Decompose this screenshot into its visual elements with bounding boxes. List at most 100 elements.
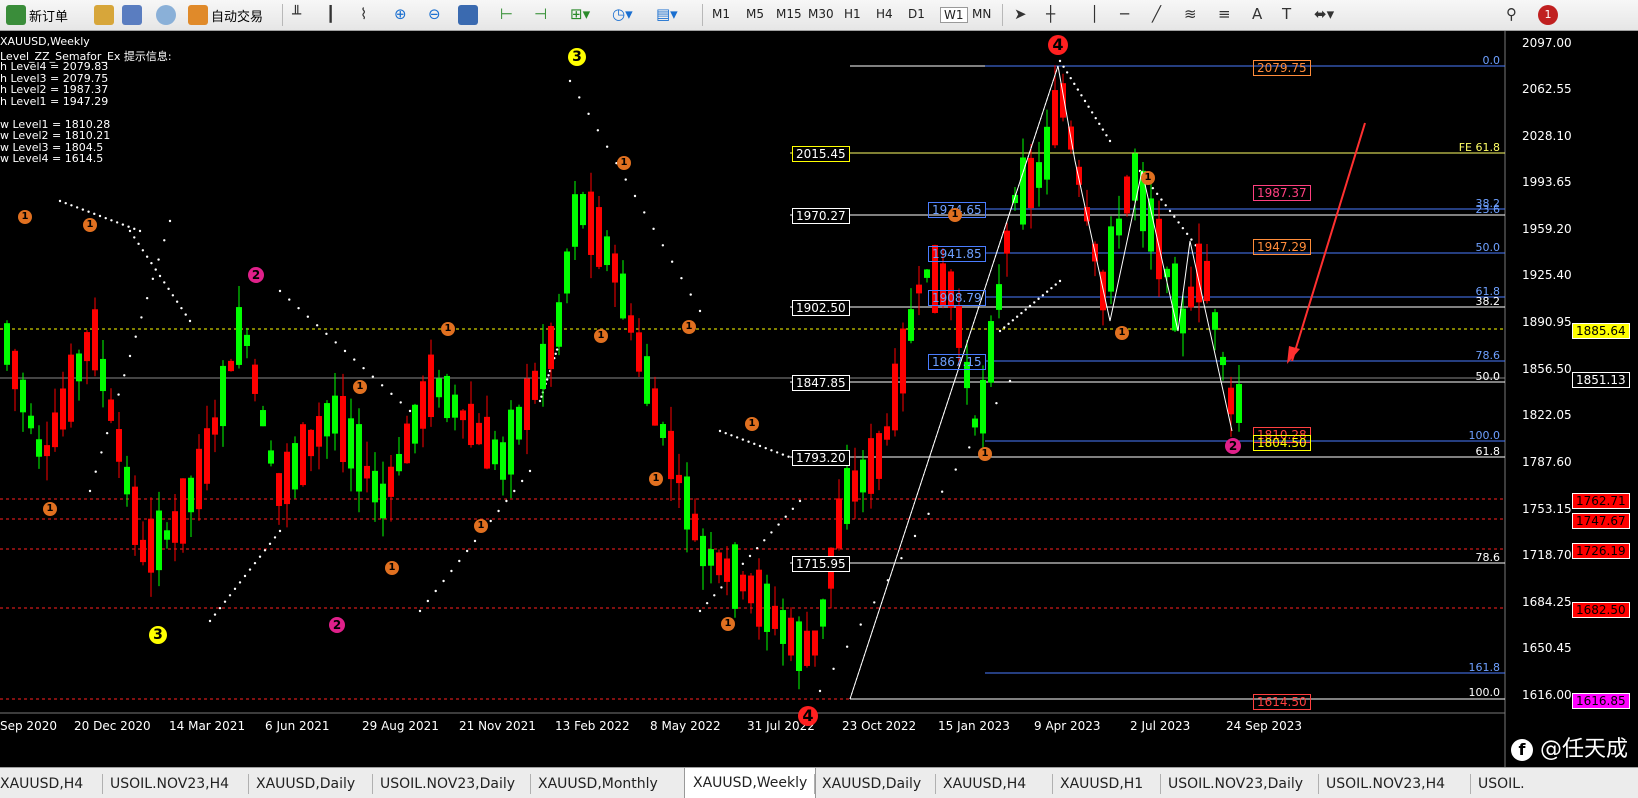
zoom-in-icon[interactable]: ⊕ bbox=[394, 5, 407, 23]
tab-xauusd-daily[interactable]: XAUUSD,Daily bbox=[822, 774, 921, 794]
sar-dot bbox=[184, 313, 187, 316]
tab-xauusd-daily[interactable]: XAUUSD,Daily bbox=[256, 774, 355, 794]
tab-usoil-nov23-h4[interactable]: USOIL.NOV23,H4 bbox=[110, 774, 229, 794]
indicators-icon[interactable]: ⊞▾ bbox=[570, 5, 590, 23]
sar-dot bbox=[1062, 65, 1065, 68]
equidistant-channel-icon[interactable]: ≋ bbox=[1184, 5, 1197, 23]
candlestick-icon[interactable]: ┃ bbox=[326, 5, 335, 23]
templates-icon[interactable]: ▤▾ bbox=[656, 5, 678, 23]
sar-dot bbox=[1076, 88, 1080, 91]
sar-dot bbox=[137, 242, 140, 246]
semafor-marker: 2 bbox=[1225, 438, 1241, 454]
tab-xauusd-weekly[interactable]: XAUUSD,Weekly bbox=[684, 768, 817, 798]
tile-windows-icon[interactable] bbox=[458, 5, 478, 25]
candle-body bbox=[548, 325, 554, 370]
semafor-marker: 2 bbox=[248, 267, 264, 283]
timeframe-m5[interactable]: M5 bbox=[746, 7, 764, 21]
date-axis-label: 9 Apr 2023 bbox=[1034, 719, 1101, 733]
date-axis-label: 15 Jan 2023 bbox=[938, 719, 1010, 733]
semafor-box: 1947.29 bbox=[1253, 239, 1311, 255]
timeframe-h1[interactable]: H1 bbox=[844, 7, 861, 21]
clock-icon[interactable]: ◷▾ bbox=[612, 5, 633, 23]
tab-usoil-nov23-daily[interactable]: USOIL.NOV23,Daily bbox=[380, 774, 515, 794]
timeframe-d1[interactable]: D1 bbox=[908, 7, 925, 21]
candle-body bbox=[300, 424, 306, 486]
chart-shift-icon[interactable]: ⊢ bbox=[500, 5, 513, 23]
sar-dot bbox=[832, 667, 835, 671]
radar-icon[interactable] bbox=[156, 5, 176, 25]
tab-usoil-[interactable]: USOIL. bbox=[1478, 774, 1525, 794]
sar-dot bbox=[680, 276, 683, 280]
chart-tabs: XAUUSD,H4 USOIL.NOV23,H4 XAUUSD,Daily USOIL… bbox=[0, 767, 1638, 798]
autoscroll-icon[interactable]: ⊣ bbox=[534, 5, 547, 23]
semafor-marker: 1 bbox=[353, 380, 367, 394]
tab-xauusd-monthly[interactable]: XAUUSD,Monthly bbox=[538, 774, 658, 794]
people-icon[interactable] bbox=[122, 5, 142, 25]
tab-xauusd-h4[interactable]: XAUUSD,H4 bbox=[943, 774, 1026, 794]
sar-dot bbox=[151, 277, 155, 281]
horizontal-line-icon[interactable]: ─ bbox=[1120, 5, 1129, 23]
tab-xauusd-h4[interactable]: XAUUSD,H4 bbox=[0, 774, 83, 794]
candle-body bbox=[52, 412, 58, 448]
chart-area[interactable]: XAUUSD,Weekly Level_ZZ_Semafor_Ex 提示信息: … bbox=[0, 31, 1638, 767]
timeframe-h4[interactable]: H4 bbox=[876, 7, 893, 21]
tab-usoil-nov23-daily[interactable]: USOIL.NOV23,Daily bbox=[1168, 774, 1303, 794]
bar-chart-icon[interactable]: ╨ bbox=[292, 5, 301, 23]
sar-dot bbox=[775, 451, 779, 454]
semafor-marker: 1 bbox=[1115, 326, 1129, 340]
semafor-marker: 1 bbox=[83, 218, 97, 232]
cursor-icon[interactable]: ➤ bbox=[1014, 5, 1027, 23]
info-line: w Level4 = 1614.5 bbox=[0, 152, 104, 165]
vertical-line-icon[interactable]: │ bbox=[1090, 5, 1099, 23]
sar-dot bbox=[1008, 379, 1012, 383]
sar-dot bbox=[268, 542, 272, 546]
crosshair-icon[interactable]: ┼ bbox=[1046, 5, 1055, 23]
fib-level-label: 161.8 bbox=[1468, 661, 1501, 674]
watermark-text: @任天成 bbox=[1539, 737, 1628, 762]
fib-level-label: 0.0 bbox=[1482, 54, 1501, 67]
watermark: f @任天成 bbox=[1510, 731, 1628, 763]
candle-body bbox=[228, 360, 234, 372]
candle-body bbox=[484, 416, 490, 469]
sar-dot bbox=[93, 212, 96, 216]
candle-body bbox=[732, 544, 738, 609]
sar-dot bbox=[724, 431, 727, 435]
gold-bar-icon[interactable] bbox=[94, 5, 114, 25]
timeframe-m1[interactable]: M1 bbox=[712, 7, 730, 21]
sar-dot bbox=[243, 574, 247, 578]
candle-body bbox=[804, 630, 810, 666]
auto-trade-button[interactable]: 自动交易 bbox=[188, 4, 263, 26]
search-icon[interactable]: ⚲ bbox=[1506, 5, 1517, 23]
timeframe-mn[interactable]: MN bbox=[972, 7, 991, 21]
alerts-badge[interactable]: 1 bbox=[1538, 5, 1558, 25]
sar-dot bbox=[104, 216, 107, 220]
arrows-icon[interactable]: ⬌▾ bbox=[1314, 5, 1334, 23]
semafor-marker: 1 bbox=[617, 156, 631, 170]
tab-xauusd-h1[interactable]: XAUUSD,H1 bbox=[1060, 774, 1143, 794]
candle-body bbox=[476, 422, 482, 445]
text-icon[interactable]: A bbox=[1252, 5, 1262, 23]
tab-usoil-nov23-h4[interactable]: USOIL.NOV23,H4 bbox=[1326, 774, 1445, 794]
fibonacci-icon[interactable]: ≡ bbox=[1218, 5, 1231, 23]
timeframe-w1[interactable]: W1 bbox=[940, 7, 968, 23]
candle-body bbox=[260, 410, 266, 427]
zoom-out-icon[interactable]: ⊖ bbox=[428, 5, 441, 23]
timeframe-m30[interactable]: M30 bbox=[808, 7, 834, 21]
new-order-button[interactable]: 新订单 bbox=[6, 4, 68, 26]
sar-dot bbox=[755, 546, 759, 550]
semafor-marker: 1 bbox=[43, 502, 57, 516]
candle-body bbox=[516, 406, 522, 440]
sar-dot bbox=[791, 507, 795, 511]
sar-dot bbox=[121, 223, 125, 226]
sar-dot bbox=[110, 219, 113, 222]
timeframe-m15[interactable]: M15 bbox=[776, 7, 802, 21]
sar-dot bbox=[278, 289, 282, 293]
sar-dot bbox=[1045, 290, 1049, 293]
candle-body bbox=[572, 194, 578, 247]
sar-dot bbox=[1041, 294, 1045, 297]
trendline-icon[interactable]: ╱ bbox=[1152, 5, 1161, 23]
line-chart-icon[interactable]: ⌇ bbox=[360, 5, 367, 23]
text-label-icon[interactable]: T bbox=[1282, 5, 1291, 23]
sar-dot bbox=[1105, 134, 1108, 137]
candle-body bbox=[716, 552, 722, 576]
